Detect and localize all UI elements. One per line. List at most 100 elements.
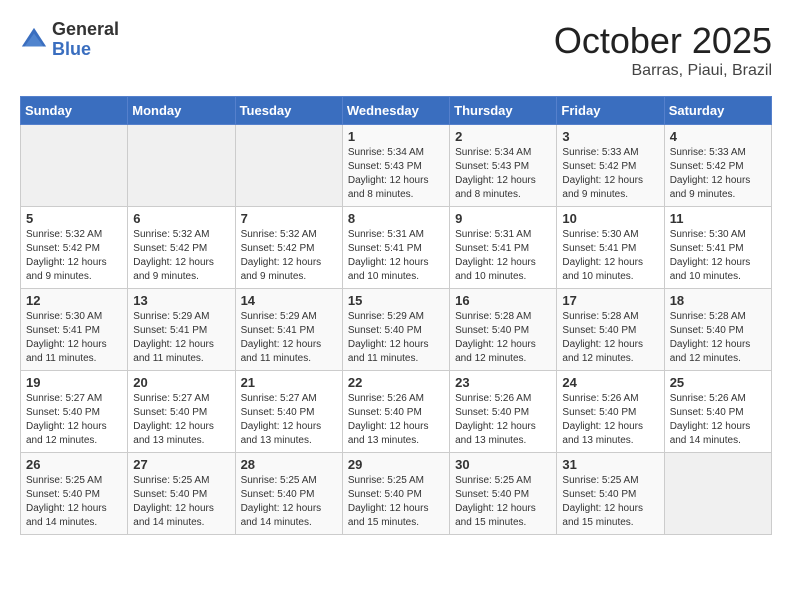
day-info: Sunrise: 5:26 AM Sunset: 5:40 PM Dayligh… — [348, 392, 444, 448]
header-thursday: Thursday — [450, 97, 557, 125]
day-cell: 17 Sunrise: 5:28 AM Sunset: 5:40 PM Dayli… — [557, 289, 664, 371]
day-info: Sunrise: 5:28 AM Sunset: 5:40 PM Dayligh… — [670, 310, 766, 366]
day-number: 17 — [562, 293, 658, 308]
day-info: Sunrise: 5:27 AM Sunset: 5:40 PM Dayligh… — [26, 392, 122, 448]
week-row-3: 12 Sunrise: 5:30 AM Sunset: 5:41 PM Dayli… — [21, 289, 772, 371]
day-cell: 26 Sunrise: 5:25 AM Sunset: 5:40 PM Dayli… — [21, 453, 128, 535]
day-info: Sunrise: 5:28 AM Sunset: 5:40 PM Dayligh… — [455, 310, 551, 366]
week-row-2: 5 Sunrise: 5:32 AM Sunset: 5:42 PM Daylig… — [21, 207, 772, 289]
day-cell: 2 Sunrise: 5:34 AM Sunset: 5:43 PM Daylig… — [450, 125, 557, 207]
day-cell: 15Sunrise: 5:29 AM Sunset: 5:40 PM Dayli… — [342, 289, 449, 371]
day-number: 25 — [670, 375, 766, 390]
day-number: 20 — [133, 375, 229, 390]
header-monday: Monday — [128, 97, 235, 125]
day-number: 18 — [670, 293, 766, 308]
day-cell: 24 Sunrise: 5:26 AM Sunset: 5:40 PM Dayli… — [557, 371, 664, 453]
header-row: Sunday Monday Tuesday Wednesday Thursday… — [21, 97, 772, 125]
logo: General Blue — [20, 20, 119, 60]
day-info: Sunrise: 5:29 AM Sunset: 5:40 PM Dayligh… — [348, 310, 444, 366]
day-info: Sunrise: 5:32 AM Sunset: 5:42 PM Dayligh… — [133, 228, 229, 284]
day-cell: 11Sunrise: 5:30 AM Sunset: 5:41 PM Dayli… — [664, 207, 771, 289]
day-info: Sunrise: 5:33 AM Sunset: 5:42 PM Dayligh… — [562, 146, 658, 202]
logo-general-text: General — [52, 20, 119, 40]
day-info: Sunrise: 5:26 AM Sunset: 5:40 PM Dayligh… — [455, 392, 551, 448]
day-info: Sunrise: 5:27 AM Sunset: 5:40 PM Dayligh… — [133, 392, 229, 448]
header-sunday: Sunday — [21, 97, 128, 125]
day-info: Sunrise: 5:32 AM Sunset: 5:42 PM Dayligh… — [26, 228, 122, 284]
day-cell: 8 Sunrise: 5:31 AM Sunset: 5:41 PM Daylig… — [342, 207, 449, 289]
day-number: 5 — [26, 211, 122, 226]
day-info: Sunrise: 5:25 AM Sunset: 5:40 PM Dayligh… — [562, 474, 658, 530]
day-cell — [128, 125, 235, 207]
day-number: 27 — [133, 457, 229, 472]
day-cell: 22 Sunrise: 5:26 AM Sunset: 5:40 PM Dayli… — [342, 371, 449, 453]
day-number: 26 — [26, 457, 122, 472]
day-cell — [664, 453, 771, 535]
day-number: 12 — [26, 293, 122, 308]
day-info: Sunrise: 5:30 AM Sunset: 5:41 PM Dayligh… — [26, 310, 122, 366]
day-number: 21 — [241, 375, 337, 390]
day-info: Sunrise: 5:26 AM Sunset: 5:40 PM Dayligh… — [562, 392, 658, 448]
day-cell: 27 Sunrise: 5:25 AM Sunset: 5:40 PM Dayli… — [128, 453, 235, 535]
week-row-5: 26 Sunrise: 5:25 AM Sunset: 5:40 PM Dayli… — [21, 453, 772, 535]
day-number: 6 — [133, 211, 229, 226]
day-cell: 12 Sunrise: 5:30 AM Sunset: 5:41 PM Dayli… — [21, 289, 128, 371]
day-info: Sunrise: 5:28 AM Sunset: 5:40 PM Dayligh… — [562, 310, 658, 366]
day-number: 24 — [562, 375, 658, 390]
day-info: Sunrise: 5:30 AM Sunset: 5:41 PM Dayligh… — [562, 228, 658, 284]
day-cell: 16 Sunrise: 5:28 AM Sunset: 5:40 PM Dayli… — [450, 289, 557, 371]
day-number: 30 — [455, 457, 551, 472]
header-tuesday: Tuesday — [235, 97, 342, 125]
day-number: 3 — [562, 129, 658, 144]
day-cell: 3 Sunrise: 5:33 AM Sunset: 5:42 PM Daylig… — [557, 125, 664, 207]
day-info: Sunrise: 5:25 AM Sunset: 5:40 PM Dayligh… — [241, 474, 337, 530]
page-header: General Blue October 2025 Barras, Piaui,… — [20, 20, 772, 80]
day-info: Sunrise: 5:29 AM Sunset: 5:41 PM Dayligh… — [133, 310, 229, 366]
week-row-4: 19 Sunrise: 5:27 AM Sunset: 5:40 PM Dayli… — [21, 371, 772, 453]
day-cell: 9 Sunrise: 5:31 AM Sunset: 5:41 PM Daylig… — [450, 207, 557, 289]
day-info: Sunrise: 5:31 AM Sunset: 5:41 PM Dayligh… — [348, 228, 444, 284]
day-number: 19 — [26, 375, 122, 390]
day-info: Sunrise: 5:31 AM Sunset: 5:41 PM Dayligh… — [455, 228, 551, 284]
day-number: 23 — [455, 375, 551, 390]
day-number: 1 — [348, 129, 444, 144]
day-cell: 31Sunrise: 5:25 AM Sunset: 5:40 PM Dayli… — [557, 453, 664, 535]
week-row-1: 1 Sunrise: 5:34 AM Sunset: 5:43 PM Daylig… — [21, 125, 772, 207]
day-info: Sunrise: 5:27 AM Sunset: 5:40 PM Dayligh… — [241, 392, 337, 448]
header-friday: Friday — [557, 97, 664, 125]
day-number: 10 — [562, 211, 658, 226]
day-number: 2 — [455, 129, 551, 144]
day-info: Sunrise: 5:25 AM Sunset: 5:40 PM Dayligh… — [133, 474, 229, 530]
day-cell — [235, 125, 342, 207]
day-cell: 7 Sunrise: 5:32 AM Sunset: 5:42 PM Daylig… — [235, 207, 342, 289]
header-wednesday: Wednesday — [342, 97, 449, 125]
day-number: 22 — [348, 375, 444, 390]
day-number: 14 — [241, 293, 337, 308]
title-block: October 2025 Barras, Piaui, Brazil — [554, 20, 772, 80]
logo-icon — [20, 26, 48, 54]
day-number: 4 — [670, 129, 766, 144]
logo-blue-text: Blue — [52, 40, 119, 60]
logo-text: General Blue — [52, 20, 119, 60]
day-info: Sunrise: 5:25 AM Sunset: 5:40 PM Dayligh… — [455, 474, 551, 530]
day-cell: 20 Sunrise: 5:27 AM Sunset: 5:40 PM Dayli… — [128, 371, 235, 453]
day-number: 8 — [348, 211, 444, 226]
day-info: Sunrise: 5:25 AM Sunset: 5:40 PM Dayligh… — [348, 474, 444, 530]
day-info: Sunrise: 5:32 AM Sunset: 5:42 PM Dayligh… — [241, 228, 337, 284]
day-cell: 14Sunrise: 5:29 AM Sunset: 5:41 PM Dayli… — [235, 289, 342, 371]
day-info: Sunrise: 5:25 AM Sunset: 5:40 PM Dayligh… — [26, 474, 122, 530]
day-cell: 4 Sunrise: 5:33 AM Sunset: 5:42 PM Daylig… — [664, 125, 771, 207]
day-number: 9 — [455, 211, 551, 226]
day-info: Sunrise: 5:34 AM Sunset: 5:43 PM Dayligh… — [455, 146, 551, 202]
day-number: 13 — [133, 293, 229, 308]
day-cell: 1Sunrise: 5:34 AM Sunset: 5:43 PM Daylig… — [342, 125, 449, 207]
day-info: Sunrise: 5:30 AM Sunset: 5:41 PM Dayligh… — [670, 228, 766, 284]
day-number: 16 — [455, 293, 551, 308]
day-info: Sunrise: 5:33 AM Sunset: 5:42 PM Dayligh… — [670, 146, 766, 202]
day-cell: 5 Sunrise: 5:32 AM Sunset: 5:42 PM Daylig… — [21, 207, 128, 289]
day-cell: 10 Sunrise: 5:30 AM Sunset: 5:41 PM Dayli… — [557, 207, 664, 289]
day-cell: 21 Sunrise: 5:27 AM Sunset: 5:40 PM Dayli… — [235, 371, 342, 453]
day-cell: 23 Sunrise: 5:26 AM Sunset: 5:40 PM Dayli… — [450, 371, 557, 453]
day-number: 7 — [241, 211, 337, 226]
day-cell — [21, 125, 128, 207]
